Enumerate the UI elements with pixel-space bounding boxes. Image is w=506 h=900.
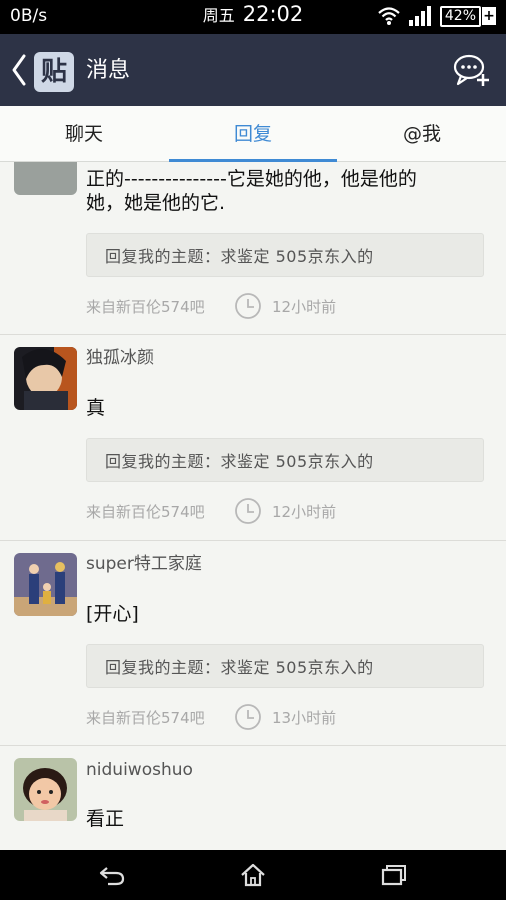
tab-chat[interactable]: 聊天 — [0, 106, 168, 162]
chat-plus-icon[interactable] — [452, 52, 490, 88]
reply-text: 看正 — [86, 808, 125, 830]
app-logo: 贴 — [34, 52, 74, 92]
tab-mention[interactable]: @我 — [338, 106, 506, 162]
quoted-topic-text: 回复我的主题：求鉴定 505京东入的 — [105, 247, 374, 266]
list-item[interactable]: 正的---------------它是她的他，他是他的 她，她是他的它. 回复我… — [0, 162, 506, 335]
reply-list[interactable]: 正的---------------它是她的他，他是他的 她，她是他的它. 回复我… — [0, 162, 506, 850]
quoted-topic-text: 回复我的主题：求鉴定 505京东入的 — [105, 452, 374, 471]
quoted-topic[interactable]: 回复我的主题：求鉴定 505京东入的 — [86, 644, 484, 688]
list-item[interactable]: super特工家庭 [开心] 回复我的主题：求鉴定 505京东入的 来自新百伦5… — [0, 541, 506, 746]
reply-text: [开心] — [86, 603, 139, 625]
list-item[interactable]: niduiwoshuo 看正 — [0, 746, 506, 850]
back-arrow-icon[interactable] — [98, 862, 126, 888]
clock-icon — [235, 704, 261, 730]
system-nav-bar — [0, 850, 506, 900]
avatar — [14, 553, 77, 616]
reply-text: 正的---------------它是她的他，他是他的 — [86, 168, 417, 190]
reply-time: 12小时前 — [272, 298, 337, 316]
charging-icon: + — [482, 7, 496, 25]
author-name[interactable]: 独孤冰颜 — [86, 343, 154, 368]
author-name[interactable]: niduiwoshuo — [86, 760, 193, 780]
author-name[interactable]: super特工家庭 — [86, 549, 202, 574]
tab-bar: 聊天 回复 @我 — [0, 106, 506, 162]
battery-level: 42% — [439, 5, 481, 27]
title-bar: 贴 消息 — [0, 34, 506, 106]
source-forum[interactable]: 来自新百伦574吧 — [86, 501, 205, 522]
home-icon[interactable] — [239, 862, 267, 888]
reply-text-line2: 她，她是他的它. — [86, 192, 226, 214]
avatar — [14, 347, 77, 410]
clock-icon — [235, 498, 261, 524]
avatar — [14, 162, 77, 195]
reply-time: 13小时前 — [272, 709, 337, 727]
list-item[interactable]: 独孤冰颜 真 回复我的主题：求鉴定 505京东入的 来自新百伦574吧 12小时… — [0, 335, 506, 541]
quoted-topic[interactable]: 回复我的主题：求鉴定 505京东入的 — [86, 233, 484, 277]
page-title: 消息 — [86, 58, 131, 83]
tab-reply[interactable]: 回复 — [169, 106, 337, 162]
weekday: 周五 — [202, 6, 235, 25]
wifi-icon — [378, 7, 400, 25]
quoted-topic-text: 回复我的主题：求鉴定 505京东入的 — [105, 658, 374, 677]
reply-time: 12小时前 — [272, 503, 337, 521]
reply-text: 真 — [86, 397, 106, 419]
source-forum[interactable]: 来自新百伦574吧 — [86, 296, 205, 317]
recent-apps-icon[interactable] — [380, 862, 408, 888]
chevron-left-icon[interactable] — [8, 52, 30, 88]
signal-icon — [408, 6, 431, 26]
clock-icon — [235, 293, 261, 319]
avatar — [14, 758, 77, 821]
status-bar: 0B/s 周五 22:02 42% + — [0, 0, 506, 34]
time: 22:02 — [242, 2, 304, 26]
battery-icon: 42% + — [439, 5, 496, 27]
source-forum[interactable]: 来自新百伦574吧 — [86, 707, 205, 728]
quoted-topic[interactable]: 回复我的主题：求鉴定 505京东入的 — [86, 438, 484, 482]
